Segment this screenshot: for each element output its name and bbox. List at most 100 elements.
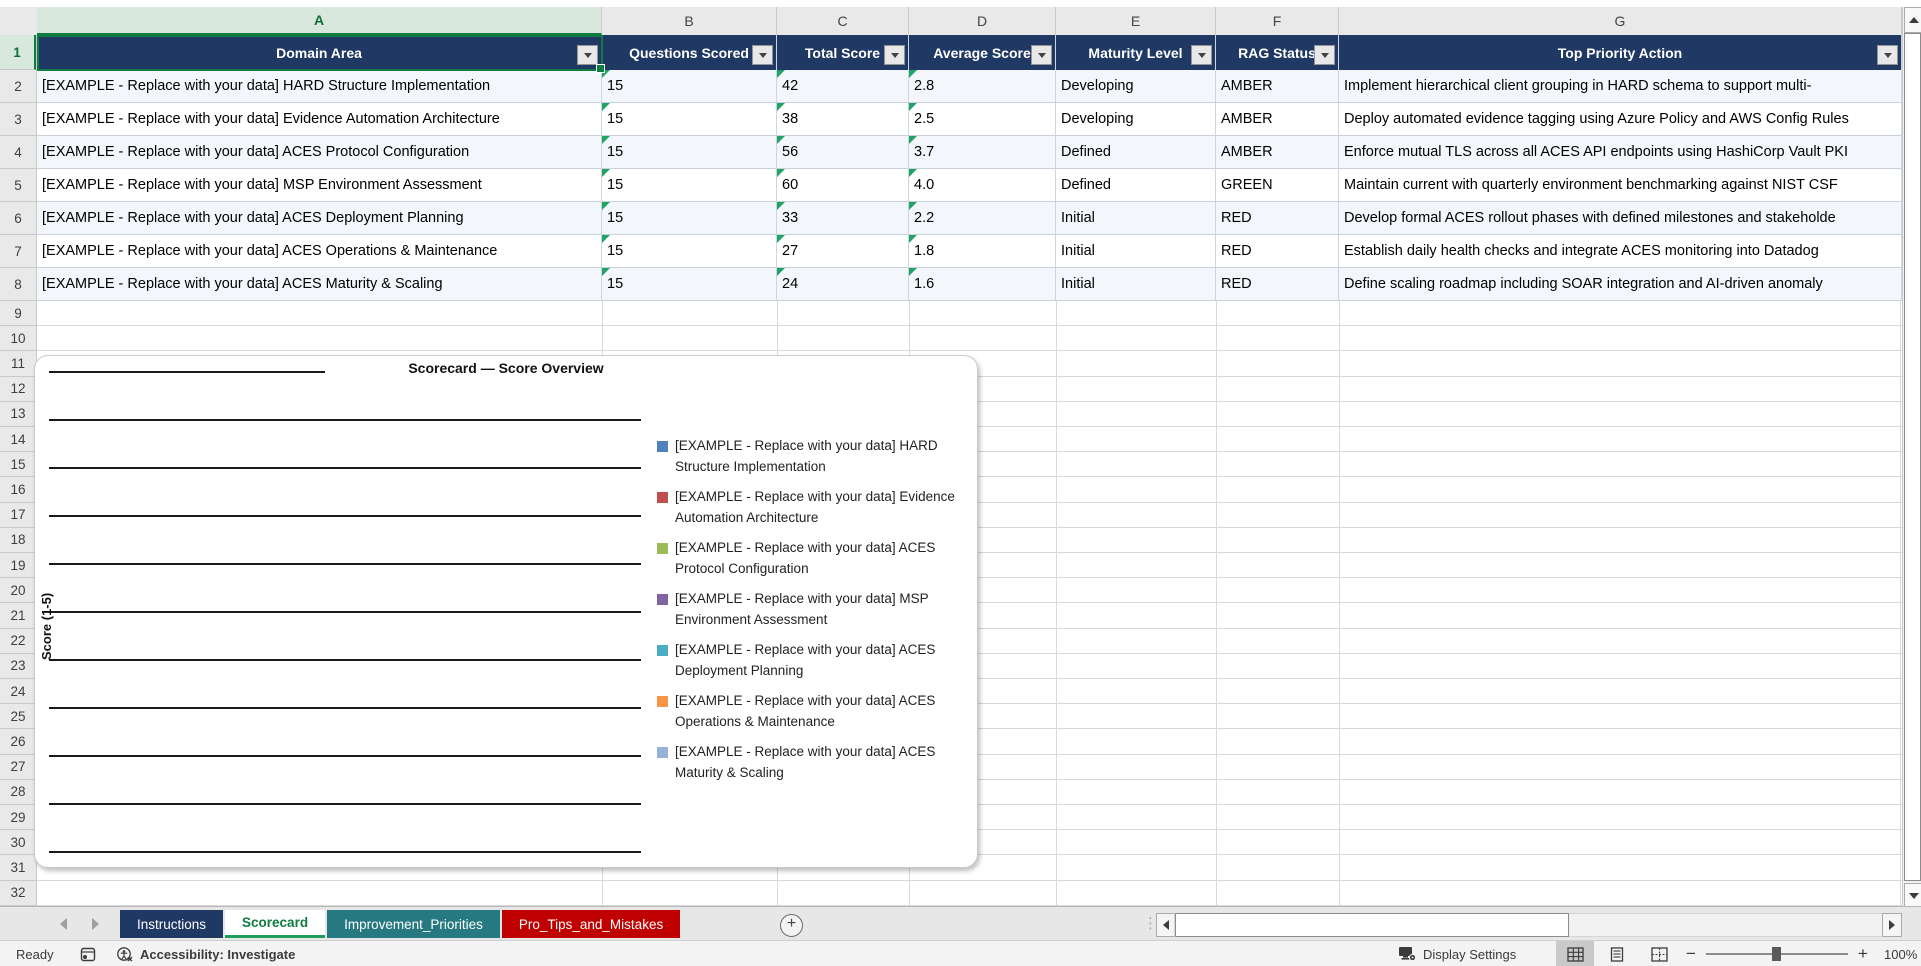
cell-A3[interactable]: [EXAMPLE - Replace with your data] Evide… xyxy=(37,103,602,136)
cell-A4[interactable]: [EXAMPLE - Replace with your data] ACES … xyxy=(37,136,602,169)
cell-F8[interactable]: RED xyxy=(1216,268,1339,301)
scroll-right-button[interactable] xyxy=(1882,913,1902,937)
cell-B6[interactable]: 15 xyxy=(602,202,777,235)
filter-dropdown-button[interactable] xyxy=(752,45,773,65)
accessibility-checker[interactable]: Accessibility: Investigate xyxy=(116,941,295,966)
cell-G4[interactable]: Enforce mutual TLS across all ACES API e… xyxy=(1339,136,1902,169)
view-page-break-button[interactable] xyxy=(1640,941,1678,966)
cell-G3[interactable]: Deploy automated evidence tagging using … xyxy=(1339,103,1902,136)
cell-E5[interactable]: Defined xyxy=(1056,169,1216,202)
filter-dropdown-button[interactable] xyxy=(577,45,598,65)
table-header-6[interactable]: Top Priority Action xyxy=(1339,35,1902,70)
cell-C6[interactable]: 33 xyxy=(777,202,909,235)
scroll-left-button[interactable] xyxy=(1156,913,1176,937)
cell-G7[interactable]: Establish daily health checks and integr… xyxy=(1339,235,1902,268)
cell-D3[interactable]: 2.5 xyxy=(909,103,1056,136)
legend-label: [EXAMPLE - Replace with your data] ACES … xyxy=(675,642,936,678)
display-settings-button[interactable]: Display Settings xyxy=(1398,941,1516,966)
cell-C4[interactable]: 56 xyxy=(777,136,909,169)
table-header-0[interactable]: Domain Area xyxy=(37,35,602,70)
table-header-2[interactable]: Total Score xyxy=(777,35,909,70)
view-page-layout-button[interactable] xyxy=(1598,941,1636,966)
cell-A7[interactable]: [EXAMPLE - Replace with your data] ACES … xyxy=(37,235,602,268)
sheet-tab-pro_tips_and_mistakes[interactable]: Pro_Tips_and_Mistakes xyxy=(501,910,681,938)
legend-item[interactable]: [EXAMPLE - Replace with your data] HARD … xyxy=(657,436,975,477)
scorecard-chart[interactable]: Scorecard — Score Overview Score (1-5) [… xyxy=(34,355,978,868)
left-arrow-icon xyxy=(1163,920,1169,930)
scroll-up-button[interactable] xyxy=(1904,7,1921,33)
tab-scroll-left-icon[interactable] xyxy=(60,918,67,930)
cell-C7[interactable]: 27 xyxy=(777,235,909,268)
cell-E4[interactable]: Defined xyxy=(1056,136,1216,169)
zoom-slider-thumb[interactable] xyxy=(1772,947,1781,961)
cell-G5[interactable]: Maintain current with quarterly environm… xyxy=(1339,169,1902,202)
cell-B3[interactable]: 15 xyxy=(602,103,777,136)
horizontal-scrollbar-thumb[interactable] xyxy=(1175,913,1569,937)
cell-D4[interactable]: 3.7 xyxy=(909,136,1056,169)
legend-item[interactable]: [EXAMPLE - Replace with your data] ACES … xyxy=(657,691,975,732)
sheet-tab-improvement_priorities[interactable]: Improvement_Priorities xyxy=(327,910,500,938)
legend-item[interactable]: [EXAMPLE - Replace with your data] Evide… xyxy=(657,487,975,528)
zoom-in-button[interactable]: + xyxy=(1858,941,1868,966)
cell-E2[interactable]: Developing xyxy=(1056,70,1216,103)
cell-F7[interactable]: RED xyxy=(1216,235,1339,268)
filter-dropdown-button[interactable] xyxy=(1877,45,1898,65)
table-header-4[interactable]: Maturity Level xyxy=(1056,35,1216,70)
filter-dropdown-button[interactable] xyxy=(1191,45,1212,65)
view-normal-button[interactable] xyxy=(1556,941,1594,966)
legend-item[interactable]: [EXAMPLE - Replace with your data] ACES … xyxy=(657,640,975,681)
cell-E7[interactable]: Initial xyxy=(1056,235,1216,268)
cell-C3[interactable]: 38 xyxy=(777,103,909,136)
cell-A2[interactable]: [EXAMPLE - Replace with your data] HARD … xyxy=(37,70,602,103)
cell-D2[interactable]: 2.8 xyxy=(909,70,1056,103)
sheet-tab-instructions[interactable]: Instructions xyxy=(120,910,224,938)
cell-A8[interactable]: [EXAMPLE - Replace with your data] ACES … xyxy=(37,268,602,301)
cell-G8[interactable]: Define scaling roadmap including SOAR in… xyxy=(1339,268,1902,301)
excel-window: ABCDEFG 1 2 3 4 5 6 7 8 9 10 11 12 13 14 15 16 17 18 19 20 2… xyxy=(0,0,1921,966)
cell-F4[interactable]: AMBER xyxy=(1216,136,1339,169)
table-header-1[interactable]: Questions Scored xyxy=(602,35,777,70)
cell-D6[interactable]: 2.2 xyxy=(909,202,1056,235)
cell-G6[interactable]: Develop formal ACES rollout phases with … xyxy=(1339,202,1902,235)
new-sheet-button[interactable]: + xyxy=(780,914,803,937)
legend-marker-icon xyxy=(657,492,668,503)
zoom-out-button[interactable]: − xyxy=(1686,941,1696,966)
cell-C2[interactable]: 42 xyxy=(777,70,909,103)
legend-item[interactable]: [EXAMPLE - Replace with your data] ACES … xyxy=(657,538,975,579)
cell-B2[interactable]: 15 xyxy=(602,70,777,103)
cell-C8[interactable]: 24 xyxy=(777,268,909,301)
macro-record-icon[interactable] xyxy=(80,941,96,966)
cell-D5[interactable]: 4.0 xyxy=(909,169,1056,202)
cell-F3[interactable]: AMBER xyxy=(1216,103,1339,136)
filter-dropdown-button[interactable] xyxy=(1031,45,1052,65)
legend-item[interactable]: [EXAMPLE - Replace with your data] MSP E… xyxy=(657,589,975,630)
cell-D8[interactable]: 1.6 xyxy=(909,268,1056,301)
filter-dropdown-button[interactable] xyxy=(1314,45,1335,65)
vertical-scrollbar[interactable] xyxy=(1902,7,1921,909)
cell-A5[interactable]: [EXAMPLE - Replace with your data] MSP E… xyxy=(37,169,602,202)
table-header-5[interactable]: RAG Status xyxy=(1216,35,1339,70)
cell-B5[interactable]: 15 xyxy=(602,169,777,202)
cell-B4[interactable]: 15 xyxy=(602,136,777,169)
cell-E8[interactable]: Initial xyxy=(1056,268,1216,301)
cell-B7[interactable]: 15 xyxy=(602,235,777,268)
sheet-tab-bar: Instructions Scorecard Improvement_Priorit… xyxy=(0,906,1921,940)
cell-F6[interactable]: RED xyxy=(1216,202,1339,235)
vertical-scrollbar-thumb[interactable] xyxy=(1904,33,1921,881)
cell-F5[interactable]: GREEN xyxy=(1216,169,1339,202)
filter-dropdown-button[interactable] xyxy=(884,45,905,65)
cell-B8[interactable]: 15 xyxy=(602,268,777,301)
zoom-level-label[interactable]: 100% xyxy=(1884,941,1917,966)
cell-E6[interactable]: Initial xyxy=(1056,202,1216,235)
legend-item[interactable]: [EXAMPLE - Replace with your data] ACES … xyxy=(657,742,975,783)
cell-G2[interactable]: Implement hierarchical client grouping i… xyxy=(1339,70,1902,103)
cell-F2[interactable]: AMBER xyxy=(1216,70,1339,103)
cell-E3[interactable]: Developing xyxy=(1056,103,1216,136)
cell-C5[interactable]: 60 xyxy=(777,169,909,202)
tab-scroll-right-icon[interactable] xyxy=(92,918,99,930)
table-header-3[interactable]: Average Score xyxy=(909,35,1056,70)
sheet-tab-scorecard[interactable]: Scorecard xyxy=(225,910,326,938)
chart-gridline xyxy=(49,563,641,565)
cell-D7[interactable]: 1.8 xyxy=(909,235,1056,268)
cell-A6[interactable]: [EXAMPLE - Replace with your data] ACES … xyxy=(37,202,602,235)
